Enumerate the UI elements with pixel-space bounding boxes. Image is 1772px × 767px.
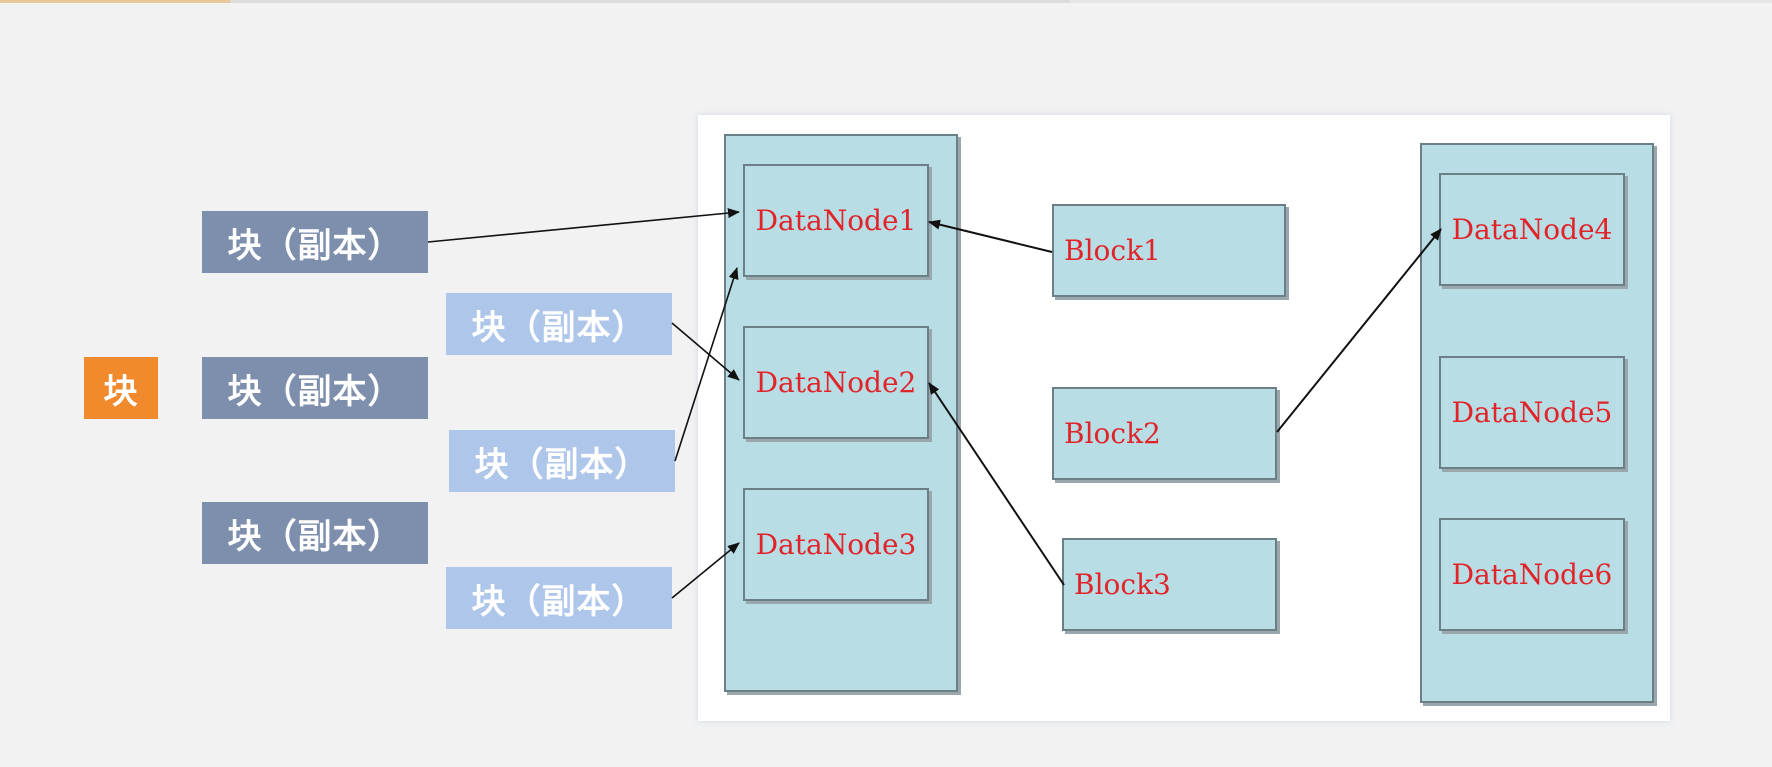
arrow-replica3-to-datanode1 — [674, 267, 739, 462]
arrow-block1-to-datanode1 — [928, 219, 1053, 253]
arrow-block3-to-datanode2 — [928, 382, 1065, 586]
arrow-replica4-to-datanode3 — [671, 542, 740, 599]
arrow-block2-to-datanode4 — [1276, 228, 1442, 433]
arrow-replica1-to-datanode1 — [427, 208, 740, 243]
arrow-replica2-to-datanode2 — [671, 322, 740, 381]
connector-arrows — [427, 208, 1442, 599]
